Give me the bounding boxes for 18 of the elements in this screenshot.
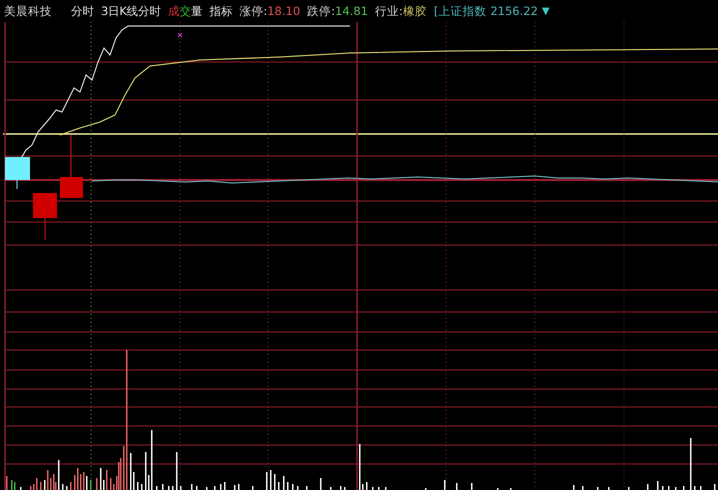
index-name[interactable]: [上证指数 xyxy=(434,4,486,18)
industry-value[interactable]: 橡胶 xyxy=(402,4,427,18)
limit-label: 跌停: xyxy=(307,4,336,18)
index-value: 2156.22 xyxy=(490,4,538,18)
candlestick xyxy=(5,157,30,190)
stock-name: 美晨科技 xyxy=(4,4,52,18)
dropdown-marker[interactable]: ▼ xyxy=(542,6,550,16)
candlestick xyxy=(60,134,83,198)
chart-mode-tab[interactable]: 指标 xyxy=(209,4,232,18)
limit-label: 涨停: xyxy=(239,4,268,18)
candlestick xyxy=(33,193,57,240)
limit-price: 14.81 xyxy=(335,4,368,18)
chart-mode-tab[interactable]: 成交量 xyxy=(168,4,202,18)
chart-mode-tab[interactable]: 分时 xyxy=(71,4,94,18)
cross-marker xyxy=(178,32,182,38)
chart-mode-tab[interactable]: 3日K线分时 xyxy=(101,4,161,18)
industry-label: 行业: xyxy=(374,4,403,18)
limit-price: 18.10 xyxy=(267,4,300,18)
